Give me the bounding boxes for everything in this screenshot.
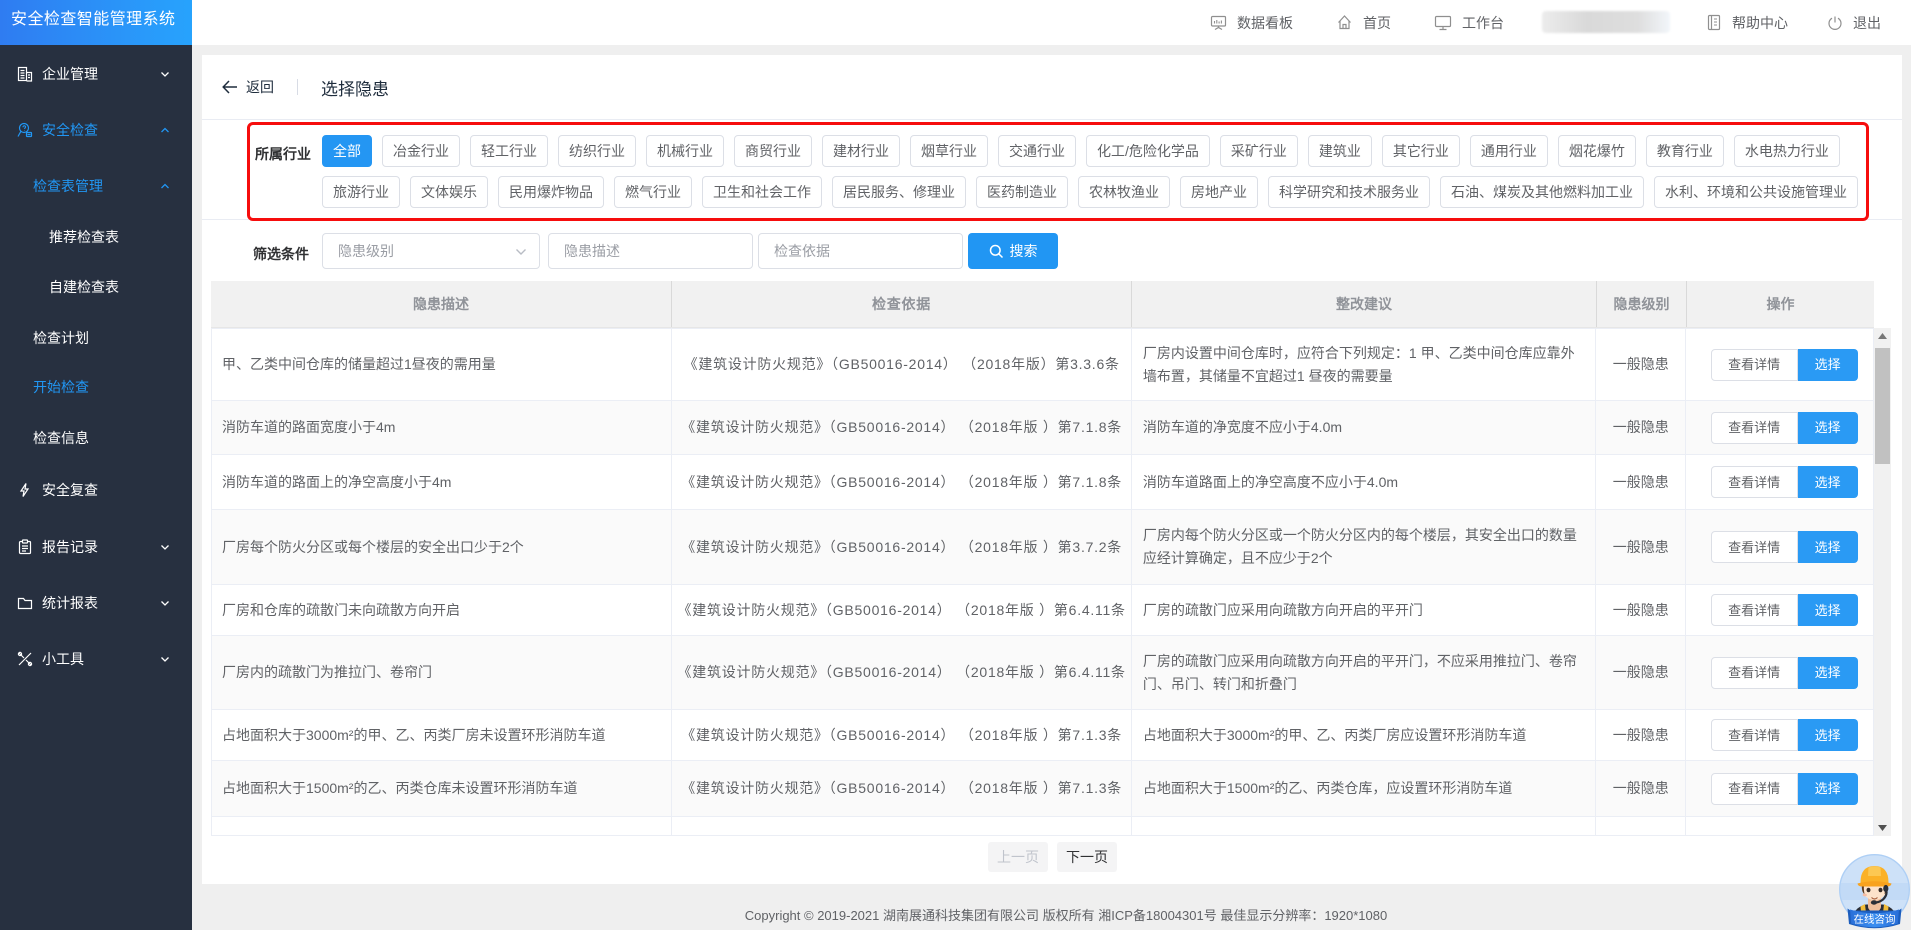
svg-text:在线咨询: 在线咨询 [1854, 913, 1896, 926]
